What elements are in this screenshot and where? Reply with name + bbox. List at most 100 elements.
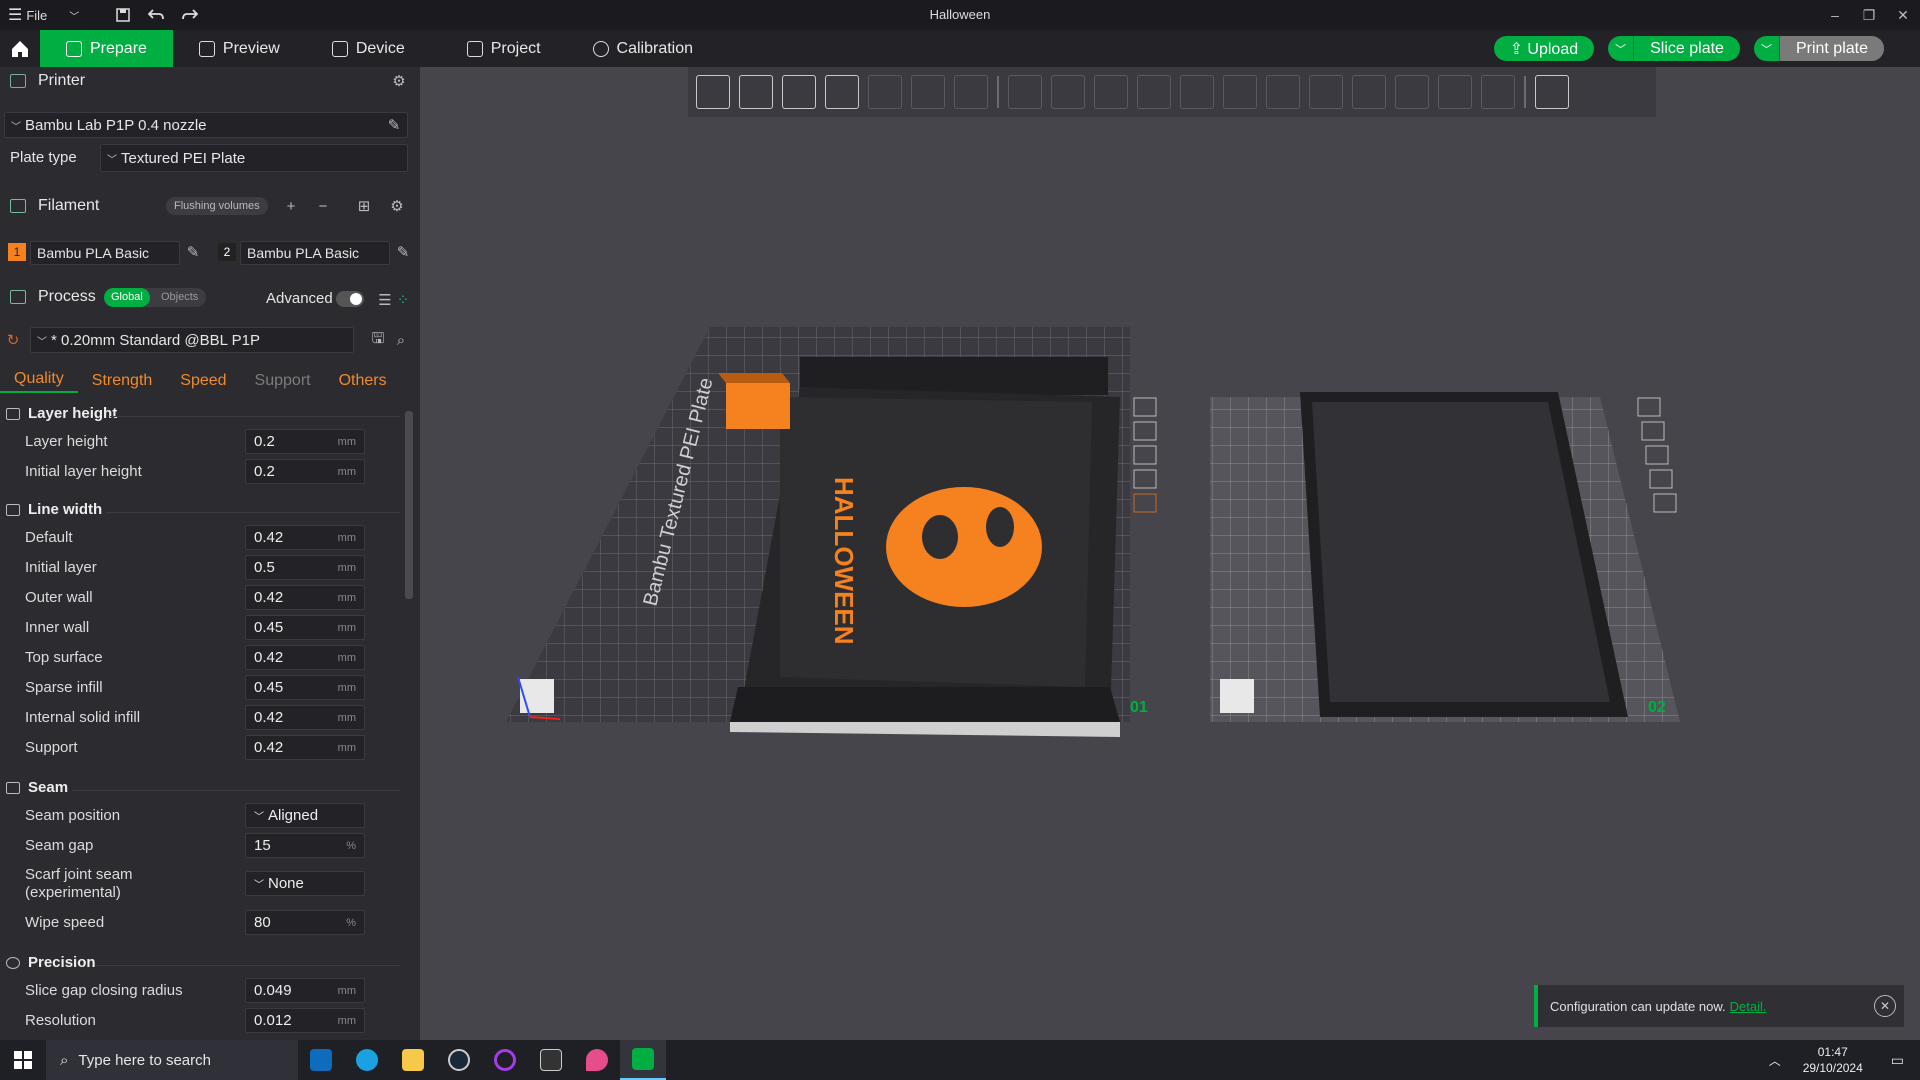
tab-preview[interactable]: Preview bbox=[173, 30, 306, 67]
tab-strength[interactable]: Strength bbox=[78, 372, 166, 390]
advanced-toggle[interactable] bbox=[336, 291, 364, 307]
redo-icon[interactable] bbox=[173, 0, 207, 30]
reset-icon[interactable]: ↻ bbox=[4, 331, 22, 349]
chevron-up-icon[interactable]: ︿ bbox=[1759, 1052, 1791, 1069]
compare-icon[interactable]: ⁘ bbox=[394, 291, 412, 309]
epic-games-icon[interactable] bbox=[528, 1040, 574, 1080]
setting-input[interactable]: 0.2 mm bbox=[245, 459, 365, 484]
plate-type-value: Textured PEI Plate bbox=[121, 149, 246, 167]
tab-others[interactable]: Others bbox=[325, 372, 401, 390]
setting-input[interactable]: 80% bbox=[245, 910, 365, 935]
tab-prepare[interactable]: Prepare bbox=[40, 30, 173, 67]
setting-input[interactable]: 0.049 mm bbox=[245, 978, 365, 1003]
objects-option[interactable]: Objects bbox=[161, 288, 198, 307]
plate-thumbnail-icon[interactable] bbox=[1220, 679, 1254, 713]
windows-start-icon[interactable] bbox=[0, 1040, 46, 1080]
build-plate-2[interactable]: 02 bbox=[1210, 392, 1680, 722]
search-icon[interactable]: ⌕ bbox=[392, 331, 410, 349]
settings-icon[interactable] bbox=[1653, 493, 1677, 513]
filament-select[interactable]: Bambu PLA Basic bbox=[30, 241, 180, 265]
app-ring-icon[interactable] bbox=[482, 1040, 528, 1080]
add-icon[interactable]: + bbox=[282, 197, 300, 215]
save-icon[interactable]: 🖫 bbox=[369, 330, 387, 349]
setting-row: Layer height 0.2 mm bbox=[0, 429, 400, 455]
sync-icon[interactable]: ⊞ bbox=[355, 197, 373, 215]
chevron-down-icon[interactable]: ﹀ bbox=[1754, 36, 1780, 61]
global-objects-toggle[interactable]: Global Objects bbox=[104, 288, 206, 307]
save-icon[interactable] bbox=[107, 0, 139, 30]
scarf-seam-select[interactable]: ﹀ None bbox=[245, 871, 365, 896]
build-plate-1[interactable]: Bambu Textured PEI Plate HALLOWEEN 01 bbox=[506, 327, 1148, 737]
plate-type-select[interactable]: ﹀ Textured PEI Plate bbox=[100, 144, 408, 172]
steam-icon[interactable] bbox=[436, 1040, 482, 1080]
upload-button[interactable]: ⇪ Upload bbox=[1493, 36, 1595, 61]
setting-input[interactable]: 0.42 mm bbox=[245, 645, 365, 670]
setting-input[interactable]: 15% bbox=[245, 833, 365, 858]
close-icon[interactable]: ✕ bbox=[1886, 0, 1920, 30]
setting-input[interactable]: 0.42 mm bbox=[245, 705, 365, 730]
settings-icon[interactable] bbox=[1133, 493, 1157, 513]
tab-support[interactable]: Support bbox=[241, 372, 325, 390]
minimize-icon[interactable]: – bbox=[1818, 0, 1852, 30]
setting-input[interactable]: 0.42 mm bbox=[245, 585, 365, 610]
tab-calibration[interactable]: Calibration bbox=[567, 30, 719, 67]
edit-icon[interactable]: ✎ bbox=[184, 243, 202, 261]
arrange-icon[interactable] bbox=[1645, 445, 1669, 465]
setting-input[interactable]: 0.45 mm bbox=[245, 615, 365, 640]
filament-select[interactable]: Bambu PLA Basic bbox=[240, 241, 390, 265]
flushing-volumes-button[interactable]: Flushing volumes bbox=[166, 197, 268, 215]
close-icon[interactable]: ✕ bbox=[1874, 995, 1896, 1017]
bambu-studio-icon[interactable] bbox=[620, 1040, 666, 1080]
slice-plate-button[interactable]: ﹀ Slice plate bbox=[1608, 36, 1740, 61]
edit-icon[interactable]: ✎ bbox=[394, 243, 412, 261]
setting-input[interactable]: 0.42 mm bbox=[245, 735, 365, 760]
global-option[interactable]: Global bbox=[104, 288, 150, 307]
remove-icon[interactable]: − bbox=[314, 197, 332, 215]
tab-speed[interactable]: Speed bbox=[166, 372, 240, 390]
close-icon[interactable] bbox=[1133, 397, 1157, 417]
chevron-down-icon[interactable]: ﹀ bbox=[1608, 36, 1635, 61]
notification-detail-link[interactable]: Detail. bbox=[1730, 999, 1767, 1014]
restore-icon[interactable]: ❐ bbox=[1852, 0, 1886, 30]
outlook-icon[interactable] bbox=[298, 1040, 344, 1080]
tab-quality[interactable]: Quality bbox=[0, 370, 78, 393]
process-icon bbox=[10, 290, 26, 304]
lock-icon[interactable] bbox=[1649, 469, 1673, 489]
clock[interactable]: 01:47 29/10/2024 bbox=[1791, 1044, 1875, 1076]
scene-canvas[interactable]: Bambu Textured PEI Plate HALLOWEEN 01 02 bbox=[420, 67, 1920, 1040]
tab-project[interactable]: Project bbox=[441, 30, 567, 67]
gear-icon[interactable]: ⚙ bbox=[388, 197, 406, 215]
list-icon[interactable]: ☰ bbox=[376, 291, 394, 309]
plate-thumbnail-icon[interactable] bbox=[520, 679, 554, 713]
setting-input[interactable]: 0.42 mm bbox=[245, 525, 365, 550]
edge-icon[interactable] bbox=[344, 1040, 390, 1080]
setting-input[interactable]: 0.012 mm bbox=[245, 1008, 365, 1033]
layout-icon[interactable] bbox=[1641, 421, 1665, 441]
printer-select[interactable]: ﹀ Bambu Lab P1P 0.4 nozzle ✎ bbox=[4, 112, 408, 138]
chevron-down-icon[interactable]: ﹀ bbox=[69, 8, 79, 23]
undo-icon[interactable] bbox=[139, 0, 173, 30]
notification-text: Configuration can update now. bbox=[1550, 998, 1726, 1014]
scrollbar-thumb[interactable] bbox=[405, 411, 413, 599]
edit-icon[interactable]: ✎ bbox=[385, 116, 403, 134]
arrange-icon[interactable] bbox=[1133, 445, 1157, 465]
setting-input[interactable]: 0.2 mm bbox=[245, 429, 365, 454]
drop-app-icon[interactable] bbox=[574, 1040, 620, 1080]
close-icon[interactable] bbox=[1637, 397, 1661, 417]
lock-icon[interactable] bbox=[1133, 469, 1157, 489]
3d-viewport[interactable]: Bambu Textured PEI Plate HALLOWEEN 01 02 bbox=[420, 67, 1920, 1040]
taskbar-search[interactable]: ⌕ Type here to search bbox=[46, 1040, 298, 1080]
print-plate-button[interactable]: ﹀ Print plate bbox=[1753, 36, 1884, 61]
gear-icon[interactable]: ⚙ bbox=[390, 72, 408, 90]
setting-input[interactable]: 0.5 mm bbox=[245, 555, 365, 580]
layout-icon[interactable] bbox=[1133, 421, 1157, 441]
notifications-icon[interactable]: ▭ bbox=[1875, 1052, 1920, 1069]
setting-input[interactable]: 0.45 mm bbox=[245, 675, 365, 700]
file-explorer-icon[interactable] bbox=[390, 1040, 436, 1080]
seam-position-select[interactable]: ﹀ Aligned bbox=[245, 803, 365, 828]
home-icon[interactable] bbox=[0, 30, 40, 67]
tab-device[interactable]: Device bbox=[306, 30, 431, 67]
file-menu[interactable]: ☰ File ﹀ bbox=[0, 0, 87, 30]
sidebar-scrollbar[interactable] bbox=[404, 401, 414, 1040]
process-preset-select[interactable]: ﹀ * 0.20mm Standard @BBL P1P bbox=[30, 327, 354, 353]
